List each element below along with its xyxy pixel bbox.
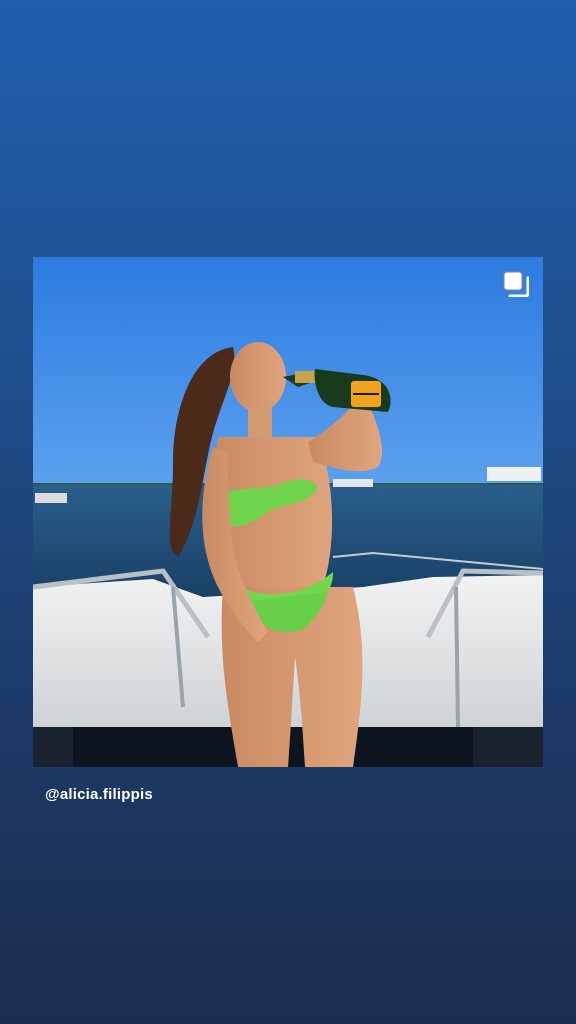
head [230, 342, 286, 412]
post-card[interactable] [33, 257, 543, 767]
multiple-photos-icon [503, 271, 529, 297]
distant-boat [35, 493, 67, 503]
distant-boat [333, 479, 373, 487]
distant-boat [487, 467, 541, 481]
story-container: @alicia.filippis [0, 0, 576, 1024]
rail-post [454, 586, 460, 728]
post-author-username[interactable]: @alicia.filippis [45, 786, 153, 803]
post-photo [33, 257, 543, 767]
